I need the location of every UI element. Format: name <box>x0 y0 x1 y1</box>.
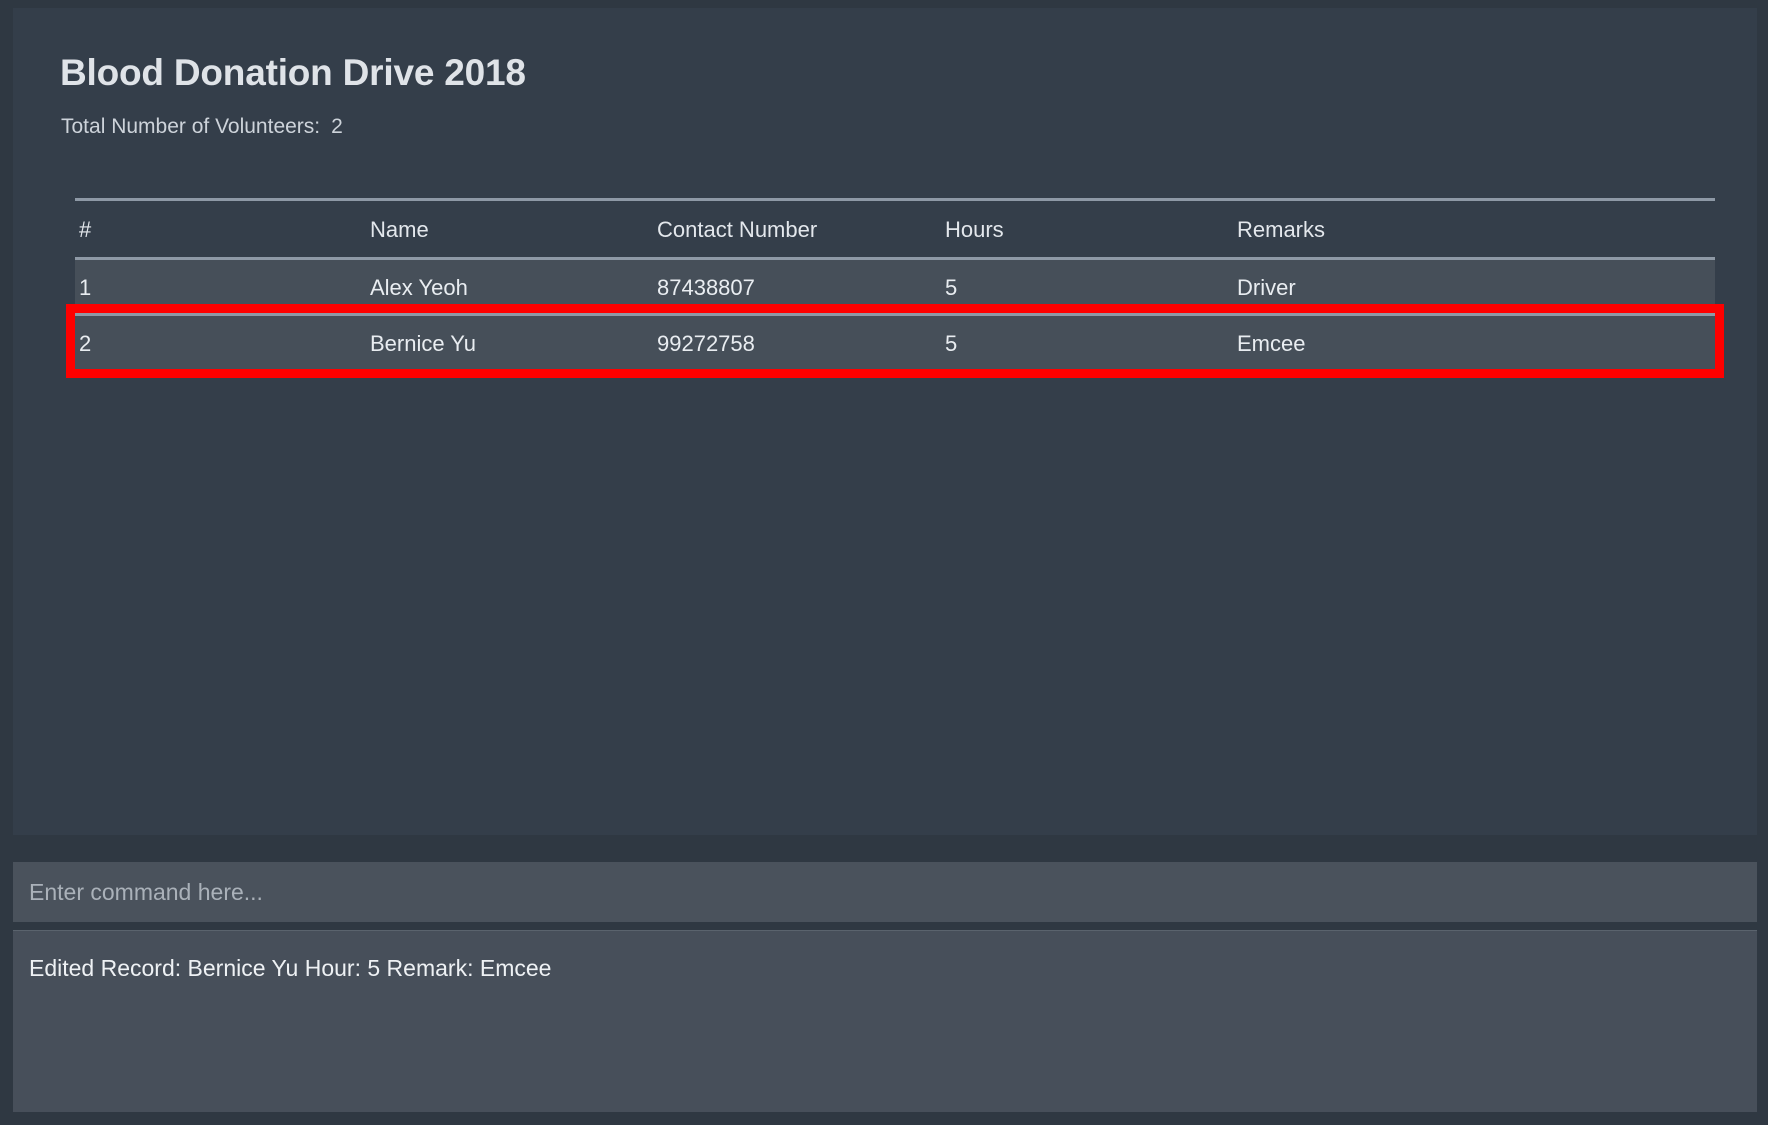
result-display-panel: Edited Record: Bernice Yu Hour: 5 Remark… <box>13 930 1757 1112</box>
cell-hours: 5 <box>945 331 958 356</box>
volunteer-count-value: 2 <box>331 115 343 138</box>
application-window: Blood Donation Drive 2018 Total Number o… <box>0 0 1768 1125</box>
column-header-contact[interactable]: Contact Number <box>657 217 817 243</box>
cell-index: 1 <box>79 275 92 300</box>
cell-remarks: Driver <box>1237 275 1296 300</box>
volunteer-table: # Name Contact Number Hours Remarks 1 Al… <box>66 198 1724 378</box>
main-content-panel: Blood Donation Drive 2018 Total Number o… <box>13 8 1757 835</box>
cell-contact: 87438807 <box>657 275 755 300</box>
cell-hours: 5 <box>945 275 958 300</box>
command-input-field[interactable]: Enter command here... <box>13 862 1757 922</box>
volunteer-count-line: Total Number of Volunteers: 2 <box>61 115 343 139</box>
table-row-selected[interactable]: 2 Bernice Yu 99272758 5 Emcee <box>66 304 1724 378</box>
table-row[interactable]: 1 Alex Yeoh 87438807 5 Driver <box>75 257 1715 313</box>
column-header-name[interactable]: Name <box>370 217 429 243</box>
table-header-row: # Name Contact Number Hours Remarks <box>75 201 1715 257</box>
result-message: Edited Record: Bernice Yu Hour: 5 Remark… <box>29 955 552 981</box>
cell-name: Alex Yeoh <box>370 275 468 300</box>
cell-index: 2 <box>79 331 92 356</box>
column-header-index[interactable]: # <box>79 217 91 243</box>
page-title: Blood Donation Drive 2018 <box>60 52 526 93</box>
command-input-placeholder: Enter command here... <box>29 878 263 905</box>
volunteer-count-label: Total Number of Volunteers: <box>61 115 321 138</box>
column-header-hours[interactable]: Hours <box>945 217 1004 243</box>
cell-remarks: Emcee <box>1237 331 1306 356</box>
cell-contact: 99272758 <box>657 331 755 356</box>
cell-name: Bernice Yu <box>370 331 477 356</box>
column-header-remarks[interactable]: Remarks <box>1237 217 1325 243</box>
